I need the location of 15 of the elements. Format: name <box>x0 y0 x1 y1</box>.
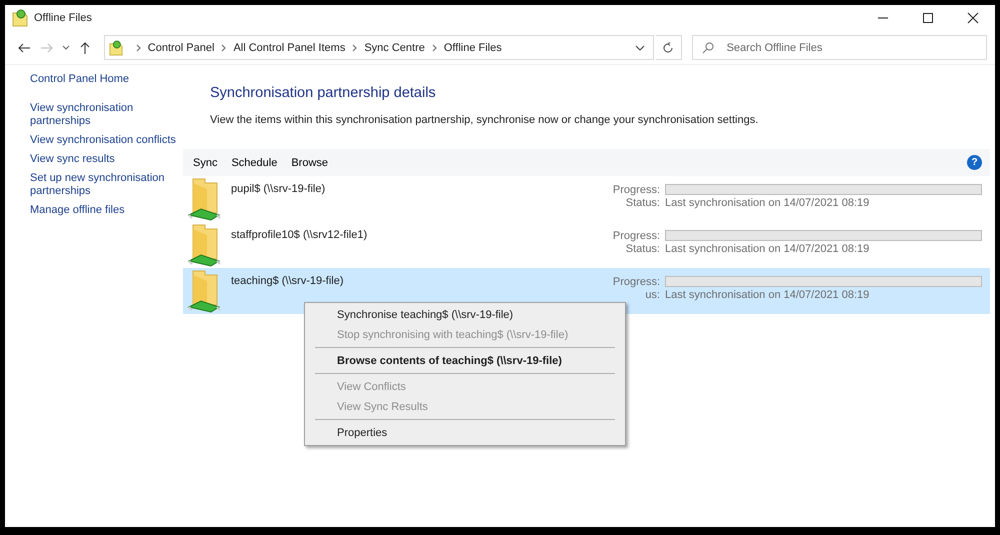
partnership-name: teaching$ (\\srv-19-file) <box>231 275 344 287</box>
status-label: Status: <box>624 196 661 208</box>
partnership-name: staffprofile10$ (\\srv12-file1) <box>231 229 368 241</box>
progress-label: Progress: <box>612 184 661 196</box>
progress-label: Progress: <box>612 276 661 288</box>
window-title: Offline Files <box>34 12 92 24</box>
status-label: Status: <box>624 242 661 254</box>
status-text: Last synchronisation on 14/07/2021 08:19 <box>665 196 870 208</box>
status-text: Last synchronisation on 14/07/2021 08:19 <box>665 242 870 254</box>
status-label: us: <box>644 288 661 300</box>
progress-label: Progress: <box>612 230 661 242</box>
page-heading: Synchronisation partnership details <box>210 85 437 101</box>
status-text: Last synchronisation on 14/07/2021 08:19 <box>665 288 870 300</box>
partnership-name: pupil$ (\\srv-19-file) <box>231 183 326 195</box>
description-text: View the items within this synchronisation partnership, synchronise now or change your synchronisation settings. <box>210 114 760 126</box>
